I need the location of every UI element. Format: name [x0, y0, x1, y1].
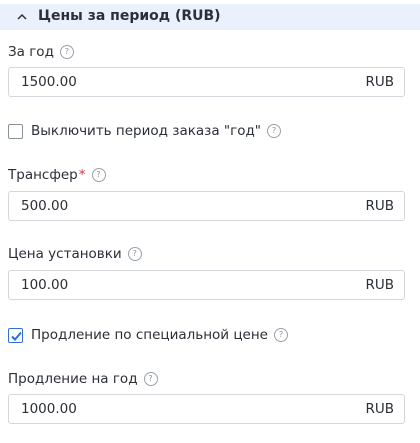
- special-renewal-checkbox[interactable]: [8, 328, 23, 343]
- setup-price-unit: RUB: [365, 277, 394, 293]
- setup-price-label-text: Цена установки: [8, 246, 122, 262]
- help-icon[interactable]: ?: [91, 168, 106, 182]
- section-header[interactable]: Цены за период (RUB): [0, 4, 420, 30]
- renewal-year-label: Продление на год ?: [8, 371, 158, 387]
- disable-year-checkbox[interactable]: [8, 124, 23, 139]
- special-renewal-label: Продление по специальной цене ?: [31, 327, 288, 343]
- chevron-up-icon[interactable]: [16, 11, 28, 23]
- help-icon[interactable]: ?: [143, 372, 158, 386]
- transfer-unit: RUB: [365, 198, 394, 214]
- required-mark: *: [78, 167, 86, 183]
- setup-price-input[interactable]: 100.00 RUB: [8, 270, 405, 300]
- renewal-year-label-text: Продление на год: [8, 371, 138, 387]
- transfer-value: 500.00: [21, 198, 69, 214]
- year-price-label-text: За год: [8, 44, 54, 60]
- setup-price-label: Цена установки ?: [8, 246, 142, 262]
- section-title: Цены за период (RUB): [38, 8, 221, 24]
- help-icon[interactable]: ?: [273, 328, 288, 342]
- disable-year-label: Выключить период заказа "год" ?: [31, 123, 282, 139]
- help-icon[interactable]: ?: [267, 124, 282, 138]
- year-price-unit: RUB: [365, 74, 394, 90]
- disable-year-label-text: Выключить период заказа "год": [31, 123, 262, 139]
- transfer-label: Трансфер * ?: [8, 167, 106, 183]
- transfer-input[interactable]: 500.00 RUB: [8, 191, 405, 221]
- renewal-year-unit: RUB: [365, 401, 394, 417]
- help-icon[interactable]: ?: [127, 247, 142, 261]
- year-price-label: За год ?: [8, 44, 74, 60]
- renewal-year-value: 1000.00: [21, 401, 77, 417]
- setup-price-value: 100.00: [21, 277, 69, 293]
- checkmark-icon: [11, 331, 22, 341]
- renewal-year-input[interactable]: 1000.00 RUB: [8, 394, 405, 424]
- transfer-label-text: Трансфер: [8, 167, 78, 183]
- year-price-input[interactable]: 1500.00 RUB: [8, 67, 405, 97]
- year-price-value: 1500.00: [21, 74, 77, 90]
- special-renewal-label-text: Продление по специальной цене: [31, 327, 268, 343]
- help-icon[interactable]: ?: [59, 45, 74, 59]
